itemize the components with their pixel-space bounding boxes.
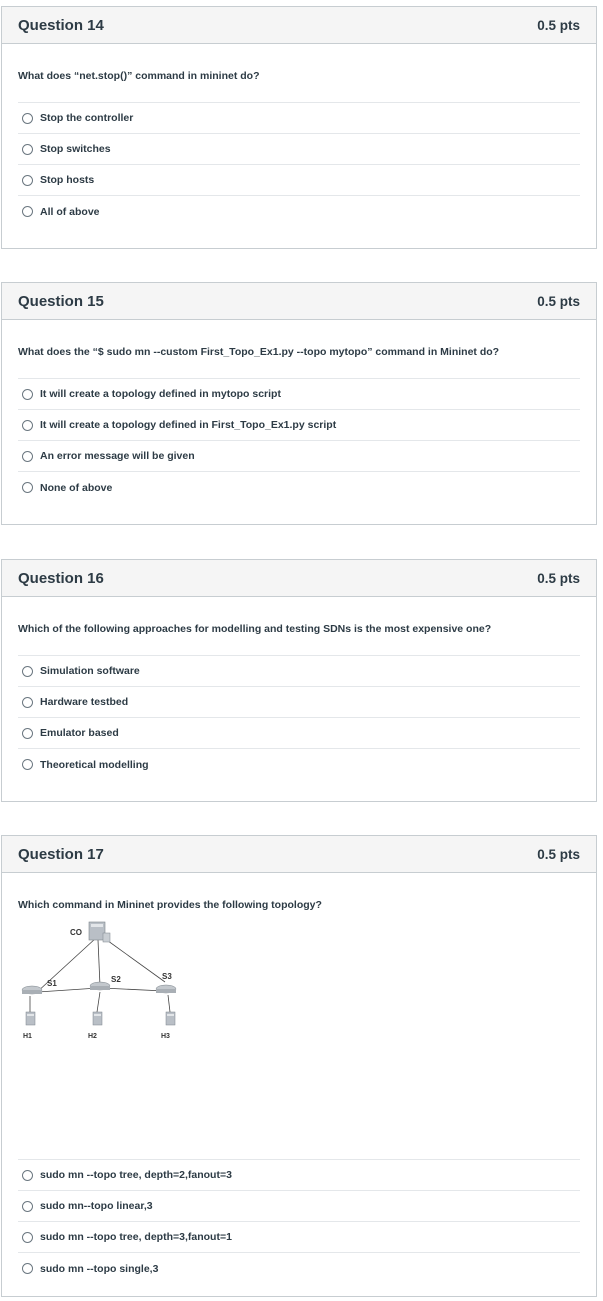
question-header: Question 16 0.5 pts [2, 560, 596, 597]
answer-label: All of above [40, 205, 100, 218]
question-header: Question 17 0.5 pts [2, 836, 596, 873]
question-points: 0.5 pts [537, 846, 580, 862]
radio-button[interactable] [22, 174, 33, 186]
radio-button[interactable] [22, 665, 33, 677]
radio-button[interactable] [22, 1263, 33, 1274]
answer-option[interactable]: Stop the controller [18, 103, 580, 134]
radio-button[interactable] [22, 482, 33, 493]
link-s2-s3 [101, 987, 165, 992]
controller-label: CO [70, 928, 82, 937]
question-14: Question 14 0.5 pts What does “net.stop(… [1, 6, 597, 249]
answer-label: Stop hosts [40, 174, 95, 186]
controller-icon [88, 921, 111, 943]
answer-option[interactable]: An error message will be given [18, 441, 580, 472]
answer-label: Stop the controller [40, 112, 134, 124]
radio-button[interactable] [22, 206, 33, 217]
question-text: Which of the following approaches for mo… [18, 623, 492, 635]
question-text: Which command in Mininet provides the fo… [18, 899, 322, 911]
link-co-s1 [35, 937, 97, 994]
question-17: Question 17 0.5 pts Which command in Min… [1, 835, 597, 1297]
answer-list: It will create a topology defined in myt… [18, 378, 580, 503]
answer-label: sudo mn--topo linear,3 [40, 1200, 153, 1212]
radio-button[interactable] [22, 419, 33, 431]
question-text: What does “net.stop()” command in minine… [18, 70, 260, 82]
switch-label: S1 [47, 979, 57, 988]
radio-button[interactable] [22, 450, 33, 462]
answer-list: Stop the controller Stop switches Stop h… [18, 102, 580, 227]
answer-label: It will create a topology defined in Fir… [40, 419, 337, 431]
answer-label: Emulator based [40, 727, 119, 739]
answer-option[interactable]: sudo mn --topo tree, depth=2,fanout=3 [18, 1160, 580, 1191]
question-title: Question 15 [18, 292, 104, 310]
answer-option[interactable]: Theoretical modelling [18, 749, 580, 780]
answer-option[interactable]: Stop switches [18, 134, 580, 165]
radio-button[interactable] [22, 1169, 33, 1181]
answer-label: An error message will be given [40, 450, 195, 462]
host-icon [92, 1011, 103, 1026]
answer-label: It will create a topology defined in myt… [40, 388, 281, 400]
question-header: Question 14 0.5 pts [2, 7, 596, 44]
answer-option[interactable]: sudo mn --topo tree, depth=3,fanout=1 [18, 1222, 580, 1253]
radio-button[interactable] [22, 1231, 33, 1243]
radio-button[interactable] [22, 727, 33, 739]
answer-list: Simulation software Hardware testbed Emu… [18, 655, 580, 780]
radio-button[interactable] [22, 388, 33, 400]
answer-option[interactable]: Stop hosts [18, 165, 580, 196]
host-icon [25, 1011, 36, 1026]
answer-option[interactable]: None of above [18, 472, 580, 503]
host-label: H2 [88, 1033, 97, 1040]
question-points: 0.5 pts [537, 17, 580, 33]
radio-button[interactable] [22, 696, 33, 708]
answer-option[interactable]: It will create a topology defined in myt… [18, 379, 580, 410]
question-points: 0.5 pts [537, 570, 580, 586]
answer-label: Simulation software [40, 665, 140, 677]
question-title: Question 17 [18, 845, 104, 863]
answer-label: sudo mn --topo tree, depth=3,fanout=1 [40, 1231, 232, 1243]
answer-list: sudo mn --topo tree, depth=2,fanout=3 su… [18, 1159, 580, 1284]
answer-option[interactable]: sudo mn--topo linear,3 [18, 1191, 580, 1222]
answer-label: sudo mn --topo single,3 [40, 1262, 159, 1275]
answer-option[interactable]: It will create a topology defined in Fir… [18, 410, 580, 441]
switch-icon [155, 984, 177, 994]
switch-icon [89, 981, 111, 991]
answer-label: Hardware testbed [40, 696, 129, 708]
link-s2-h2 [96, 991, 101, 1013]
answer-option[interactable]: Hardware testbed [18, 687, 580, 718]
answer-label: Stop switches [40, 143, 111, 155]
answer-option[interactable]: Simulation software [18, 656, 580, 687]
answer-option[interactable]: sudo mn --topo single,3 [18, 1253, 580, 1284]
question-header: Question 15 0.5 pts [2, 283, 596, 320]
radio-button[interactable] [22, 1200, 33, 1212]
host-label: H3 [161, 1033, 170, 1040]
switch-label: S2 [111, 975, 121, 984]
question-title: Question 14 [18, 16, 104, 34]
question-16: Question 16 0.5 pts Which of the followi… [1, 559, 597, 802]
answer-option[interactable]: Emulator based [18, 718, 580, 749]
topology-diagram: CO S1 S2 S3 H1 H2 H3 [21, 921, 177, 1040]
link-s1-s2 [37, 987, 99, 993]
link-s3-h3 [167, 994, 171, 1013]
answer-label: None of above [40, 481, 113, 494]
question-points: 0.5 pts [537, 293, 580, 309]
link-co-s2 [97, 939, 101, 987]
host-label: H1 [23, 1033, 32, 1040]
radio-button[interactable] [22, 112, 33, 124]
host-icon [165, 1011, 176, 1026]
question-text: What does the “$ sudo mn --custom First_… [18, 346, 500, 358]
question-title: Question 16 [18, 569, 104, 587]
answer-label: sudo mn --topo tree, depth=2,fanout=3 [40, 1169, 232, 1181]
answer-label: Theoretical modelling [40, 758, 149, 771]
radio-button[interactable] [22, 143, 33, 155]
radio-button[interactable] [22, 759, 33, 770]
switch-label: S3 [162, 972, 172, 981]
question-15: Question 15 0.5 pts What does the “$ sud… [1, 282, 597, 525]
switch-icon [21, 985, 43, 995]
answer-option[interactable]: All of above [18, 196, 580, 227]
